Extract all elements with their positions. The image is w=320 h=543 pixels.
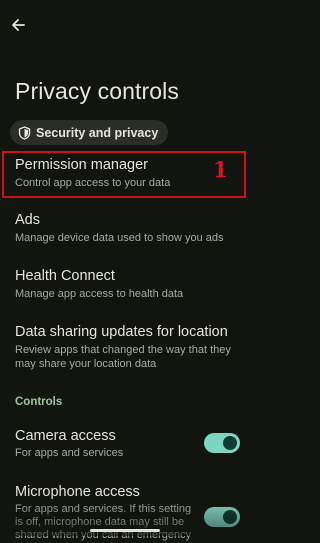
annotation-number: 1: [213, 157, 228, 182]
item-title: Permission manager: [15, 157, 148, 173]
toggle-knob: [223, 436, 237, 450]
back-button[interactable]: [7, 14, 29, 36]
item-title: Ads: [15, 212, 40, 228]
security-privacy-chip[interactable]: Security and privacy: [10, 120, 169, 145]
item-title: Health Connect: [15, 268, 115, 284]
camera-access-toggle[interactable]: [204, 433, 240, 453]
item-subtitle: Manage app access to health data: [15, 288, 184, 300]
shield-icon: [18, 125, 31, 140]
item-title: Camera access: [15, 428, 116, 444]
data-sharing-updates-item[interactable]: Data sharing updates for location Review…: [0, 320, 250, 376]
item-subtitle-line1: Review apps that changed the way that th…: [15, 344, 231, 356]
top-app-bar: [0, 0, 250, 48]
chip-label: Security and privacy: [36, 125, 159, 140]
gesture-navigation-bar[interactable]: [90, 529, 160, 532]
item-subtitle-line2: may share your location data: [15, 358, 157, 370]
page-title: Privacy controls: [15, 78, 179, 104]
toggle-knob: [223, 510, 237, 524]
item-subtitle: Manage device data used to show you ads: [15, 232, 224, 244]
controls-section-header: Controls: [15, 396, 63, 408]
arrow-left-icon: [12, 19, 25, 31]
microphone-access-toggle[interactable]: [204, 507, 240, 527]
ads-item[interactable]: Ads Manage device data used to show you …: [0, 208, 250, 252]
item-subtitle: Control app access to your data: [15, 177, 171, 189]
item-title: Data sharing updates for location: [15, 324, 228, 340]
item-subtitle: For apps and services: [15, 447, 124, 459]
item-title: Microphone access: [15, 484, 140, 500]
health-connect-item[interactable]: Health Connect Manage app access to heal…: [0, 264, 250, 308]
